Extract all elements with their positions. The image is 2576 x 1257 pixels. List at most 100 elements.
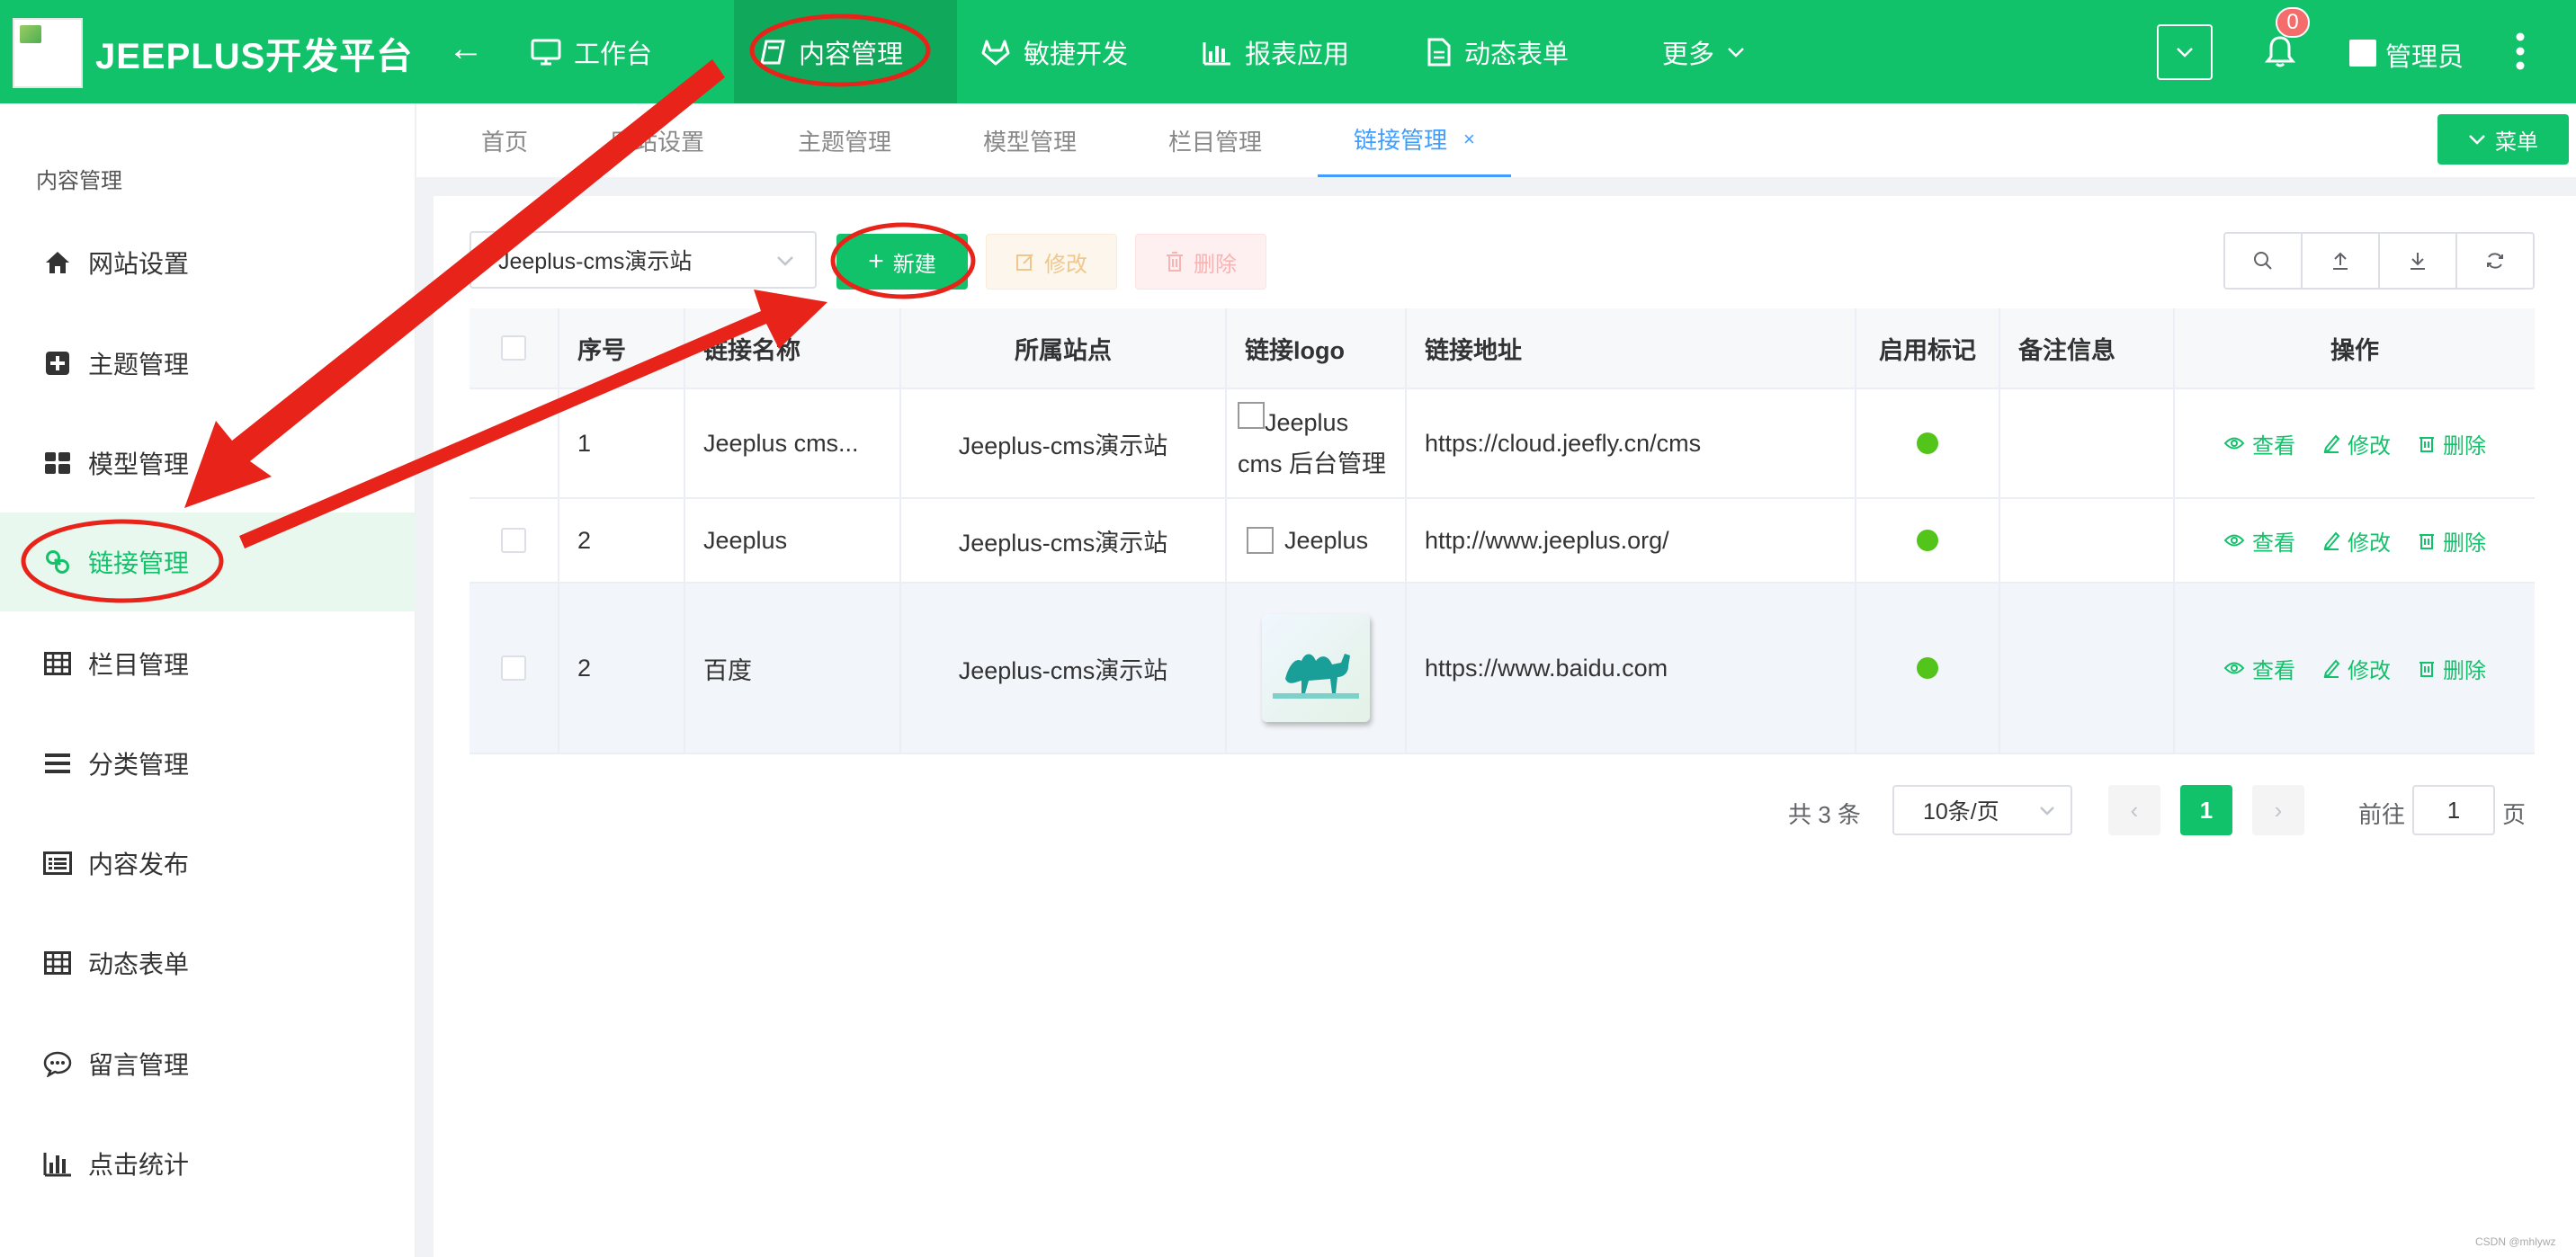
nav-item-dynamic-form[interactable]: 动态表单: [1427, 0, 1569, 103]
row-select-cell: [470, 389, 559, 497]
delete-row-button[interactable]: 删除: [2418, 653, 2486, 684]
sidebar-item-label: 网站设置: [88, 250, 190, 278]
new-button[interactable]: + 新建: [836, 234, 968, 290]
list-icon: [41, 753, 74, 774]
edit-button[interactable]: 修改: [986, 234, 1117, 290]
row-checkbox[interactable]: [501, 655, 526, 681]
tab-theme[interactable]: 主题管理: [798, 103, 891, 177]
refresh-button[interactable]: [2457, 234, 2533, 288]
header-dropdown-button[interactable]: [2157, 24, 2213, 80]
page-size-value: 10条/页: [1923, 799, 1999, 825]
cell-url: http://www.jeeplus.org/: [1407, 499, 1856, 582]
menu-button[interactable]: 菜单: [2437, 114, 2569, 165]
nav-item-agile[interactable]: 敏捷开发: [980, 0, 1128, 103]
back-arrow-icon[interactable]: ←: [448, 29, 484, 69]
nav-item-label: 报表应用: [1245, 40, 1350, 69]
header-index: 序号: [559, 308, 685, 388]
edit-label: 修改: [2348, 433, 2391, 459]
view-button[interactable]: 查看: [2223, 653, 2295, 684]
eye-icon: [2223, 660, 2245, 676]
sidebar-item-message[interactable]: 留言管理: [0, 1014, 416, 1113]
tab-label: 链接管理: [1354, 127, 1448, 154]
edit-row-button[interactable]: 修改: [2322, 525, 2391, 557]
edit-label: 修改: [2348, 530, 2391, 556]
nav-item-more[interactable]: 更多: [1662, 0, 1758, 103]
chevron-down-icon: [775, 249, 795, 279]
delete-row-button[interactable]: 删除: [2418, 525, 2486, 557]
monitor-icon: [531, 39, 561, 66]
search-icon: [2254, 252, 2272, 270]
app-title: JEEPLUS开发平台: [95, 37, 414, 76]
sidebar-item-category[interactable]: 分类管理: [0, 714, 416, 813]
gitlab-icon: [980, 39, 1011, 66]
tab-label: 网站设置: [611, 128, 705, 156]
delete-button[interactable]: 删除: [1135, 234, 1266, 290]
grid-icon: [41, 451, 74, 475]
plus-square-icon: [41, 351, 74, 376]
cell-index: 2: [559, 499, 685, 582]
tab-link[interactable]: 链接管理 ×: [1318, 103, 1511, 177]
trash-icon: [2418, 433, 2436, 453]
export-button[interactable]: [2380, 234, 2457, 288]
enabled-status-dot: [1917, 657, 1938, 679]
import-button[interactable]: [2303, 234, 2380, 288]
edit-label: 修改: [2348, 658, 2391, 683]
tab-column[interactable]: 栏目管理: [1168, 103, 1262, 177]
next-page-button[interactable]: ›: [2252, 785, 2304, 835]
row-checkbox[interactable]: [501, 528, 526, 553]
broken-image-icon: [1247, 527, 1274, 554]
list-box-icon: [41, 851, 74, 875]
sidebar-item-column[interactable]: 栏目管理: [0, 614, 416, 713]
site-select[interactable]: Jeeplus-cms演示站: [470, 231, 817, 289]
trash-icon: [2418, 530, 2436, 550]
avatar[interactable]: [2349, 40, 2376, 67]
user-name[interactable]: 管理员: [2385, 36, 2464, 74]
sidebar-item-website-settings[interactable]: 网站设置: [0, 213, 416, 312]
cell-url: https://cloud.jeefly.cn/cms: [1407, 389, 1856, 497]
tab-website-settings[interactable]: 网站设置: [611, 103, 704, 177]
sidebar-item-theme[interactable]: 主题管理: [0, 314, 416, 413]
tab-model[interactable]: 模型管理: [983, 103, 1077, 177]
menu-button-label: 菜单: [2495, 129, 2538, 155]
nav-item-content[interactable]: 内容管理: [734, 0, 957, 103]
header-ops: 操作: [2330, 336, 2379, 364]
edit-row-button[interactable]: 修改: [2322, 653, 2391, 684]
sidebar-item-model[interactable]: 模型管理: [0, 414, 416, 513]
nav-item-workbench[interactable]: 工作台: [531, 0, 652, 103]
sidebar-item-publish[interactable]: 内容发布: [0, 814, 416, 913]
view-button[interactable]: 查看: [2223, 428, 2295, 459]
prev-page-button[interactable]: ‹: [2108, 785, 2160, 835]
page-number-button[interactable]: 1: [2180, 785, 2232, 835]
cell-index: 1: [559, 389, 685, 497]
tab-label: 模型管理: [983, 128, 1078, 156]
close-icon[interactable]: ×: [1463, 128, 1475, 151]
select-all-checkbox[interactable]: [501, 335, 526, 361]
sidebar-item-dynamic-form[interactable]: 动态表单: [0, 914, 416, 1012]
eye-icon: [2223, 532, 2245, 548]
search-toggle-button[interactable]: [2225, 234, 2303, 288]
edit-row-button[interactable]: 修改: [2322, 428, 2391, 459]
cell-site: Jeeplus-cms演示站: [901, 499, 1227, 582]
cell-index: 2: [559, 584, 685, 753]
select-all-cell: [470, 308, 559, 388]
sidebar-item-link[interactable]: 链接管理: [0, 513, 416, 611]
tab-home[interactable]: 首页: [481, 103, 528, 177]
nav-item-reports[interactable]: 报表应用: [1202, 0, 1349, 103]
cell-logo: [1227, 584, 1407, 753]
delete-row-button[interactable]: 删除: [2418, 428, 2486, 459]
bar-chart-icon: [41, 1150, 74, 1177]
sidebar-item-click-stats[interactable]: 点击统计: [0, 1114, 416, 1213]
view-button[interactable]: 查看: [2223, 525, 2295, 557]
sidebar-title: 内容管理: [36, 169, 122, 193]
home-icon: [41, 250, 74, 275]
page-size-select[interactable]: 10条/页: [1892, 785, 2072, 835]
chevron-left-icon: ‹: [2130, 796, 2139, 824]
bell-icon[interactable]: [2264, 34, 2296, 73]
cell-enabled: [1856, 499, 2000, 582]
goto-page-input[interactable]: 1: [2412, 785, 2495, 835]
pagination-total: 共 3 条: [1788, 801, 1861, 828]
goto-label: 前往: [2358, 801, 2406, 828]
table-icon: [41, 951, 74, 975]
download-icon: [2411, 253, 2425, 270]
kebab-menu-icon[interactable]: [2515, 31, 2526, 76]
